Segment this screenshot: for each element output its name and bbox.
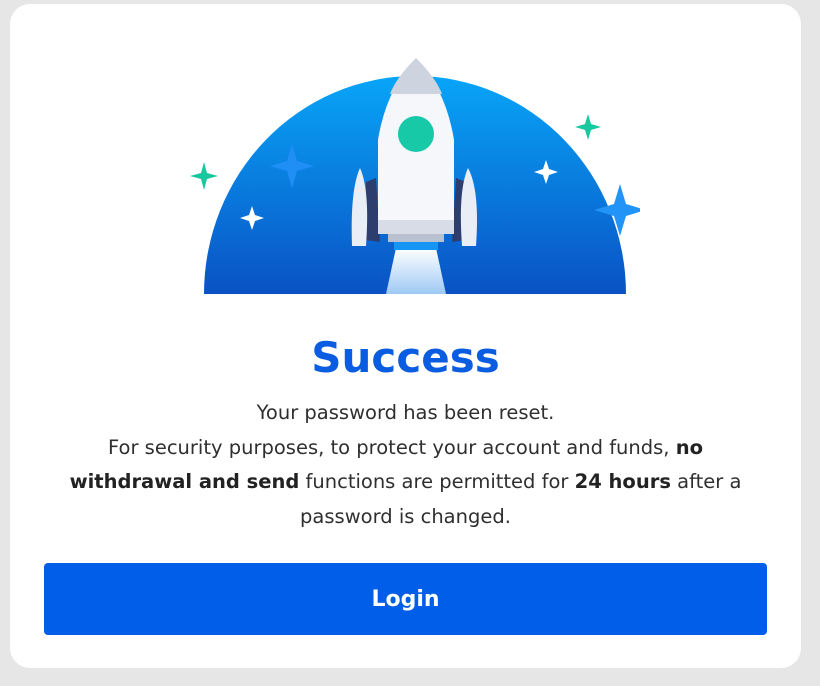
message-bold-duration: 24 hours <box>574 470 671 493</box>
rocket-flame <box>386 248 446 294</box>
sparkle-icon <box>575 114 601 140</box>
message-text: For security purposes, to protect your a… <box>108 435 676 459</box>
rocket-window <box>398 116 434 152</box>
rocket-illustration <box>190 58 640 294</box>
message-line-1: Your password has been reset. <box>256 401 555 424</box>
login-button[interactable]: Login <box>44 563 767 635</box>
reset-message: Your password has been reset. For securi… <box>60 396 751 534</box>
success-dialog: Success Your password has been reset. Fo… <box>10 4 801 668</box>
success-title: Success <box>311 333 500 382</box>
sparkle-icon <box>190 162 218 190</box>
message-text: functions are permitted for <box>299 470 575 493</box>
